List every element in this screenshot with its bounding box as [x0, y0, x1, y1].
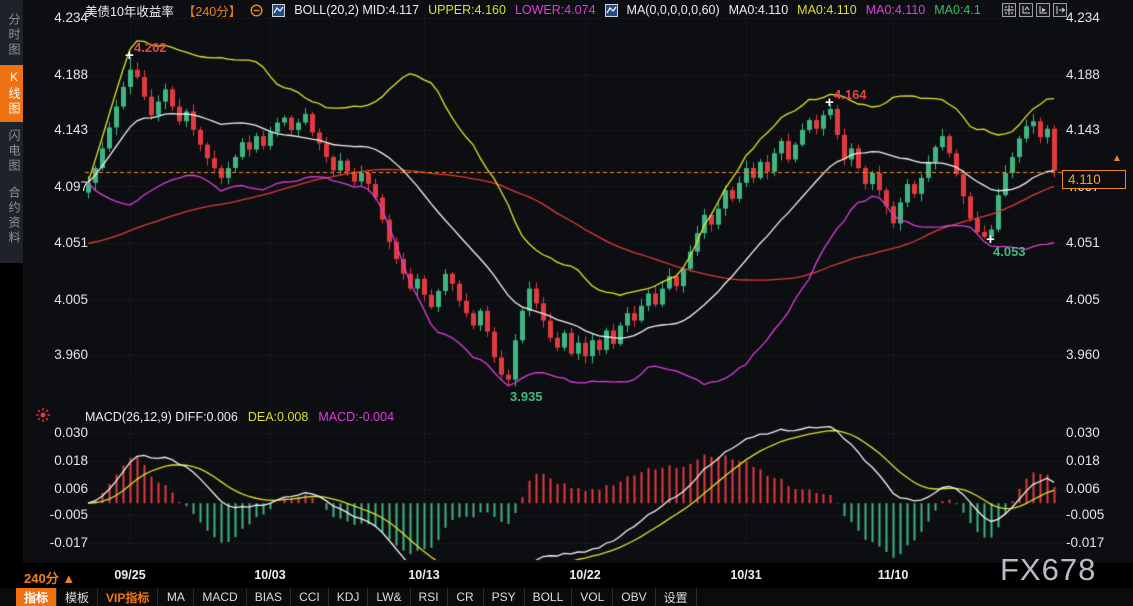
price-annotation: 4.202: [134, 40, 167, 55]
kline-chart-app: 分时图K线图闪电图合约资料 美债10年收益率 【240分】 BOLL(20,2)…: [0, 0, 1133, 606]
sidebar-item[interactable]: 闪电图: [0, 124, 23, 179]
macd-macd-value: MACD:-0.004: [318, 410, 394, 424]
crosshair-marker: +: [125, 49, 134, 63]
macd-tick-label: 0.006: [1066, 481, 1128, 496]
date-tick-label: 10/03: [243, 568, 297, 582]
sidebar-item[interactable]: K线图: [0, 65, 23, 122]
time-axis-row: 240分 ▲ 09/25 10/03 10/13 10/22 10/31 11/10: [0, 563, 1133, 588]
macd-dea-value: DEA:0.008: [248, 410, 308, 424]
date-tick-label: 09/25: [103, 568, 157, 582]
toolbar-tab[interactable]: RSI: [411, 588, 448, 606]
period-selector[interactable]: 240分 ▲: [24, 568, 75, 587]
date-tick-label: 10/31: [719, 568, 773, 582]
toolbar-tab[interactable]: 设置: [656, 588, 697, 606]
price-up-arrow-icon: ▲: [1112, 153, 1122, 164]
chart-header: 美债10年收益率 【240分】 BOLL(20,2) MID:4.117 UPP…: [23, 0, 1133, 20]
watermark: FX678: [1000, 552, 1096, 588]
price-tick-label: 4.051: [28, 235, 88, 250]
price-tick-label: 3.960: [1066, 347, 1128, 362]
macd-tick-label: 0.018: [1066, 453, 1128, 468]
sidebar-item[interactable]: 分时图: [0, 8, 23, 63]
macd-tick-label: 0.030: [28, 425, 88, 440]
toolbar-tab[interactable]: MACD: [194, 588, 246, 606]
macd-tick-label: -0.005: [1066, 507, 1128, 522]
sidebar-tabs: 分时图K线图闪电图合约资料: [0, 0, 23, 263]
toolbar-tab[interactable]: VIP指标: [98, 588, 158, 606]
price-annotation: 4.164: [834, 87, 867, 102]
sidebar-item[interactable]: 合约资料: [0, 181, 23, 251]
toolbar-tab[interactable]: CR: [448, 588, 484, 606]
toolbar-tab[interactable]: PSY: [484, 588, 525, 606]
ma-value: MA0:4.110: [797, 3, 857, 17]
date-tick-label: 10/13: [397, 568, 451, 582]
toolbar-tab[interactable]: 指标: [16, 588, 57, 606]
y-axis-scale-icon[interactable]: [1019, 3, 1033, 17]
price-annotation: 4.053: [993, 244, 1026, 259]
macd-tick-label: -0.017: [1066, 535, 1128, 550]
toolbar-tab[interactable]: CCI: [291, 588, 329, 606]
crosshair-marker: +: [986, 233, 995, 247]
ma-value: MA0:4.110: [866, 3, 926, 17]
date-tick-label: 11/10: [866, 568, 920, 582]
ma-indicator-icon[interactable]: [605, 4, 618, 17]
price-tick-label: 4.143: [28, 122, 88, 137]
price-tick-label: 4.005: [1066, 292, 1128, 307]
collapse-panel-icon[interactable]: [1053, 3, 1067, 17]
crosshair-marker: +: [825, 96, 834, 110]
toolbar-tab[interactable]: BIAS: [247, 588, 291, 606]
sidebar: 分时图K线图闪电图合约资料: [0, 0, 23, 606]
price-tick-label: 4.143: [1066, 122, 1128, 137]
period-dropdown-arrow-icon: ▲: [62, 571, 75, 586]
period-badge: 【240分】: [183, 1, 241, 20]
macd-tick-label: 0.018: [28, 453, 88, 468]
boll-mid-value: BOLL(20,2) MID:4.117: [294, 3, 419, 17]
price-chart-canvas[interactable]: [0, 0, 1133, 606]
ma-value: MA0:4.1: [934, 3, 981, 17]
price-tick-label: 4.188: [28, 67, 88, 82]
macd-tick-label: -0.017: [28, 535, 88, 550]
boll-lower-value: LOWER:4.074: [515, 3, 596, 17]
current-price-box: 4.110: [1062, 170, 1126, 189]
current-price-value: 4.110: [1068, 172, 1101, 187]
toolbar-tab[interactable]: 模板: [57, 588, 98, 606]
instrument-title: 美债10年收益率: [85, 1, 174, 20]
price-tick-label: 3.960: [28, 347, 88, 362]
price-tick-label: 4.051: [1066, 235, 1128, 250]
toolbar-tab[interactable]: VOL: [572, 588, 613, 606]
window-controls: [1002, 3, 1067, 17]
toolbar-tab[interactable]: LW&: [368, 588, 410, 606]
toolbar-tab[interactable]: OBV: [613, 588, 655, 606]
crosshair-icon[interactable]: [1002, 3, 1016, 17]
date-tick-label: 10/22: [558, 568, 612, 582]
macd-tick-label: -0.005: [28, 507, 88, 522]
macd-tick-label: 0.030: [1066, 425, 1128, 440]
price-tick-label: 4.097: [28, 179, 88, 194]
toolbar-tab[interactable]: MA: [158, 588, 194, 606]
ma-value: MA0:4.110: [729, 3, 789, 17]
price-tick-label: 4.188: [1066, 67, 1128, 82]
collapse-indicator-icon[interactable]: [250, 4, 263, 17]
macd-header: MACD(26,12,9) DIFF:0.006 DEA:0.008 MACD:…: [23, 407, 1133, 426]
macd-diff-value: MACD(26,12,9) DIFF:0.006: [85, 410, 238, 424]
toolbar-tab[interactable]: KDJ: [329, 588, 369, 606]
price-tick-label: 4.005: [28, 292, 88, 307]
ma-values: MA0:4.110 MA0:4.110 MA0:4.110 MA0:4.1: [729, 3, 981, 17]
boll-upper-value: UPPER:4.160: [428, 3, 506, 17]
indicator-toolbar: 指标模板VIP指标MAMACDBIASCCIKDJLW&RSICRPSYBOLL…: [0, 588, 1133, 606]
ma-params: MA(0,0,0,0,0,60): [627, 3, 720, 17]
x-axis-scale-icon[interactable]: [1036, 3, 1050, 17]
toolbar-tab[interactable]: BOLL: [525, 588, 573, 606]
macd-tick-label: 0.006: [28, 481, 88, 496]
price-annotation: 3.935: [510, 389, 543, 404]
indicator-settings-icon[interactable]: [23, 407, 63, 423]
boll-indicator-icon[interactable]: [272, 4, 285, 17]
